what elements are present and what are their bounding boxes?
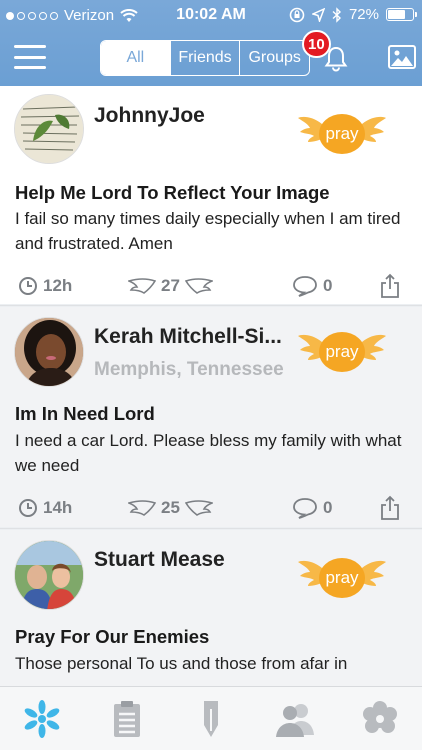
- avatar[interactable]: [14, 94, 84, 164]
- pray-button[interactable]: pray: [298, 110, 386, 158]
- pray-label: pray: [319, 114, 365, 154]
- top-bar: Verizon 10:02 AM 72% All Friends Groups …: [0, 0, 422, 86]
- battery-icon: [386, 8, 417, 21]
- avatar[interactable]: [14, 317, 84, 387]
- prayer-card[interactable]: Stuart Mease pray Pray For Our Enemies T…: [0, 530, 422, 686]
- pray-label: pray: [319, 558, 365, 598]
- divider: [0, 528, 422, 529]
- share-button[interactable]: [380, 271, 400, 301]
- pray-label: pray: [319, 332, 365, 372]
- pray-button[interactable]: pray: [298, 554, 386, 602]
- segment-groups[interactable]: Groups: [239, 41, 309, 75]
- share-icon: [381, 273, 399, 298]
- prayer-body: I need a car Lord. Please bless my famil…: [15, 431, 402, 475]
- photo-icon[interactable]: [388, 45, 416, 69]
- tab-friends[interactable]: [253, 687, 337, 750]
- prayer-title: Im In Need Lord: [15, 403, 155, 424]
- notification-badge[interactable]: 10: [302, 30, 331, 58]
- divider: [0, 305, 422, 306]
- prayer-body: I fail so many times daily especially wh…: [15, 209, 401, 253]
- prayers-tab-icon: [24, 699, 60, 738]
- comment-icon: [293, 498, 317, 519]
- menu-button[interactable]: [14, 45, 46, 69]
- tab-settings[interactable]: [338, 687, 422, 750]
- wing-right-icon: [184, 500, 213, 516]
- pray-count[interactable]: 27: [128, 271, 213, 301]
- clock-icon: [19, 499, 37, 517]
- avatar[interactable]: [14, 540, 84, 610]
- author-name[interactable]: JohnnyJoe: [94, 104, 205, 128]
- status-bar: Verizon 10:02 AM 72%: [0, 0, 422, 32]
- share-button[interactable]: [380, 493, 400, 523]
- wing-right-icon: [184, 278, 213, 294]
- menu-icon: [14, 45, 46, 48]
- pray-count[interactable]: 25: [128, 493, 213, 523]
- tab-prayers[interactable]: [0, 687, 84, 750]
- author-location: Memphis, Tennessee: [94, 359, 284, 380]
- settings-tab-icon: [362, 700, 397, 733]
- prayer-feed[interactable]: JohnnyJoe pray Help Me Lord To Reflect Y…: [0, 86, 422, 686]
- bluetooth-icon: [332, 6, 341, 23]
- segment-friends[interactable]: Friends: [169, 41, 240, 75]
- prayer-title: Help Me Lord To Reflect Your Image: [15, 182, 330, 203]
- tab-list[interactable]: [84, 687, 168, 750]
- friends-tab-icon: [276, 703, 315, 737]
- tab-bar: [0, 686, 422, 750]
- prayer-body: Those personal To us and those from afar…: [15, 654, 348, 673]
- author-name[interactable]: Kerah Mitchell-Si...: [94, 325, 282, 349]
- prayer-title: Pray For Our Enemies: [15, 626, 210, 647]
- share-icon: [381, 495, 399, 520]
- battery-percent: 72%: [348, 6, 379, 23]
- comment-icon: [293, 276, 317, 297]
- clock-icon: [19, 277, 37, 295]
- rotation-lock-icon: [289, 7, 305, 22]
- prayer-card[interactable]: Kerah Mitchell-Si... Memphis, Tennessee …: [0, 307, 422, 527]
- post-time: 14h: [18, 493, 72, 523]
- wing-left-icon: [128, 278, 156, 294]
- journal-tab-icon: [204, 700, 219, 737]
- comment-count[interactable]: 0: [292, 271, 332, 301]
- feed-filter-segmented-control: All Friends Groups: [100, 40, 310, 76]
- segment-all[interactable]: All: [101, 41, 170, 75]
- tab-journal[interactable]: [169, 687, 253, 750]
- location-arrow-icon: [311, 7, 325, 22]
- pray-button[interactable]: pray: [298, 328, 386, 376]
- prayer-card[interactable]: JohnnyJoe pray Help Me Lord To Reflect Y…: [0, 86, 422, 304]
- comment-count[interactable]: 0: [292, 493, 332, 523]
- post-time: 12h: [18, 271, 72, 301]
- author-name[interactable]: Stuart Mease: [94, 548, 225, 572]
- wing-left-icon: [128, 500, 156, 516]
- list-tab-icon: [113, 700, 140, 737]
